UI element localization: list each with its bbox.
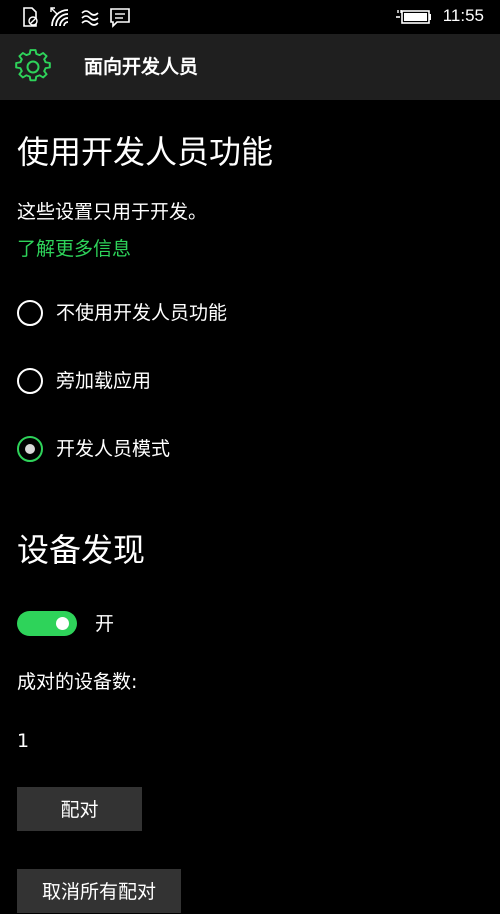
radio-developer-mode[interactable]: 开发人员模式: [17, 436, 217, 464]
battery-charging-icon: [396, 10, 431, 24]
toggle-state-label: 开: [95, 613, 115, 635]
radio-button[interactable]: [17, 368, 43, 394]
radio-label: 开发人员模式: [56, 438, 171, 460]
radio-selected-dot: [25, 444, 35, 454]
learn-more-link[interactable]: 了解更多信息: [17, 236, 131, 262]
page-title: 面向开发人员: [84, 56, 199, 78]
developer-features-title: 使用开发人员功能: [17, 133, 274, 171]
device-discovery-toggle[interactable]: [17, 611, 77, 636]
radio-sideload-apps[interactable]: 旁加载应用: [17, 368, 197, 396]
gear-icon: [15, 49, 51, 82]
paired-devices-count: 1: [17, 730, 30, 752]
radio-no-developer-features[interactable]: 不使用开发人员功能: [17, 300, 277, 328]
paired-devices-label: 成对的设备数:: [17, 671, 138, 693]
pair-button[interactable]: 配对: [17, 787, 142, 831]
toggle-knob: [56, 617, 69, 630]
signal-waves-icon: [81, 10, 99, 26]
device-discovery-title: 设备发现: [17, 531, 146, 569]
wifi-icon: [50, 7, 69, 27]
message-icon: [110, 8, 130, 28]
radio-label: 旁加载应用: [56, 370, 152, 392]
no-sim-icon: [23, 7, 38, 27]
radio-label: 不使用开发人员功能: [56, 302, 228, 324]
radio-button[interactable]: [17, 300, 43, 326]
status-time: 11:55: [442, 6, 484, 25]
status-bar: 11:55: [0, 0, 500, 34]
developer-features-description: 这些设置只用于开发。: [17, 201, 208, 223]
radio-button-selected[interactable]: [17, 436, 43, 462]
unpair-all-button[interactable]: 取消所有配对: [17, 869, 181, 913]
page-header: 面向开发人员: [0, 34, 500, 100]
